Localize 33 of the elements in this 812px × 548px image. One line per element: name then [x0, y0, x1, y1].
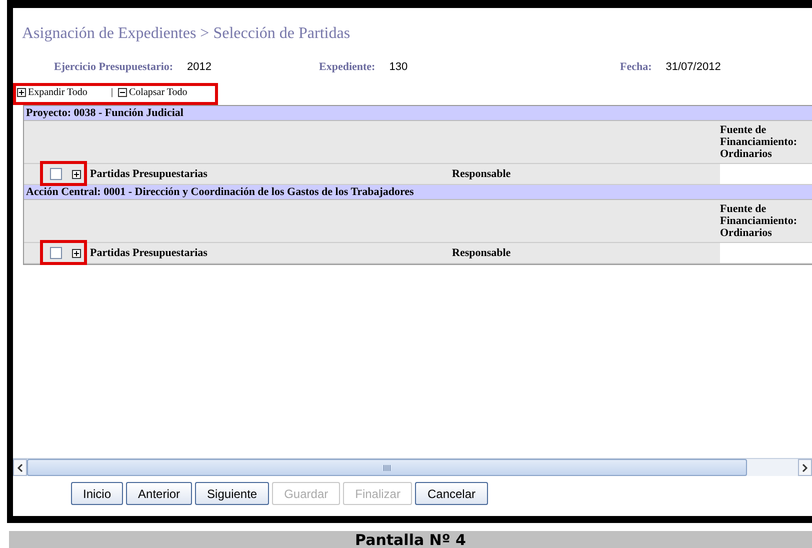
- collapse-all-link[interactable]: Colapsar Todo: [129, 86, 188, 98]
- caption: Pantalla Nº 4: [355, 531, 466, 548]
- checkbox[interactable]: [50, 168, 62, 180]
- expand-all-link[interactable]: Expandir Todo: [28, 86, 88, 98]
- separator: |: [111, 86, 114, 98]
- expand-icon[interactable]: [72, 170, 81, 178]
- nav-button[interactable]: Cancelar: [415, 482, 488, 505]
- field-value: 130: [389, 61, 408, 73]
- column-header: Responsable: [452, 247, 512, 259]
- funding-label: Fuente de Financiamiento: Ordinarios: [720, 202, 798, 241]
- highlight-frame: [40, 240, 87, 265]
- highlight-frame: [40, 161, 87, 186]
- column-header: Partidas Presupuestarias: [90, 168, 208, 180]
- nav-button[interactable]: Anterior: [126, 482, 192, 505]
- column-header: Partidas Presupuestarias: [90, 247, 208, 259]
- checkbox[interactable]: [50, 247, 62, 259]
- scroll-right-icon[interactable]: [798, 459, 812, 476]
- funding-label: Fuente de Financiamiento: Ordinarios: [720, 123, 798, 162]
- field-value: 2012: [187, 61, 212, 73]
- column-header: Responsable: [452, 168, 512, 180]
- field-label: Ejercicio Presupuestario:: [54, 61, 174, 73]
- field-value: 31/07/2012: [666, 61, 721, 73]
- page-title: Asignación de Expedientes > Selección de Partidas: [22, 25, 352, 44]
- field-label: Expediente:: [319, 61, 376, 73]
- group-header: Acción Central: 0001 - Dirección y Coordinación de los Gastos de los Trabajadores: [24, 185, 812, 200]
- nav-button[interactable]: Inicio: [71, 482, 124, 505]
- expand-icon[interactable]: [17, 88, 26, 96]
- field-label: Fecha:: [620, 61, 652, 73]
- nav-button[interactable]: Siguiente: [195, 482, 270, 505]
- scroll-left-icon[interactable]: [13, 459, 27, 476]
- collapse-icon[interactable]: [118, 88, 128, 96]
- expand-icon[interactable]: [72, 248, 81, 258]
- group-header: Proyecto: 0038 - Función Judicial: [24, 106, 812, 121]
